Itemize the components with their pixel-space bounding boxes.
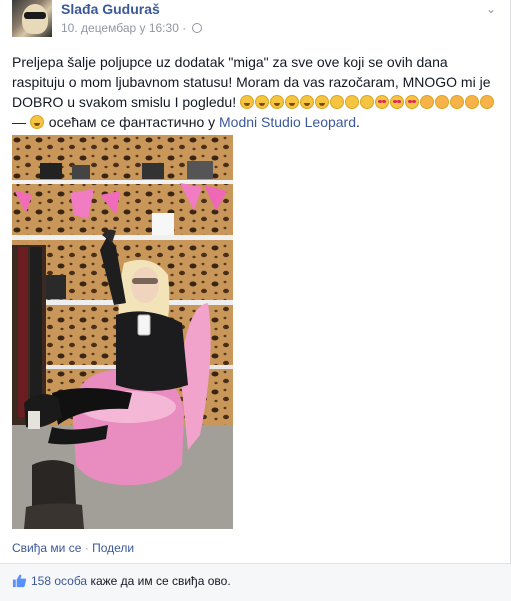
emoji-heart-eyes-icon: [404, 95, 419, 109]
thumbs-up-icon: [12, 574, 27, 588]
share-link[interactable]: Подели: [92, 541, 134, 555]
emoji-laugh-icon: [299, 95, 314, 109]
avatar[interactable]: [12, 0, 52, 37]
post-photo[interactable]: [12, 135, 233, 529]
emoji-laugh-icon: [314, 95, 329, 109]
emoji-smile-icon: [344, 95, 359, 109]
emoji-smile-icon: [329, 95, 344, 109]
emoji-laugh-icon: [239, 95, 254, 109]
emoji-blush-icon: [434, 95, 449, 109]
place-end: .: [356, 114, 360, 130]
feeling-text: осећам се фантастично у: [44, 114, 220, 130]
feeling-emoji-icon: [29, 115, 44, 129]
post-timestamp-row: 10. децембар у 16:30 ·: [61, 21, 202, 35]
avatar-hair: [22, 4, 48, 34]
emoji-blush-icon: [449, 95, 464, 109]
post-text: Preljepa šalje poljupce uz dodatak "miga…: [12, 52, 499, 132]
likes-suffix: каже да им се свиђа ово.: [87, 574, 231, 588]
emoji-blush-icon: [464, 95, 479, 109]
likes-count[interactable]: 158 особа: [31, 574, 87, 588]
place-link[interactable]: Modni Studio Leopard: [219, 114, 356, 130]
post-timestamp[interactable]: 10. децембар у 16:30 ·: [61, 21, 186, 35]
like-link[interactable]: Свиђа ми се: [12, 541, 81, 555]
likes-summary: 158 особа каже да им се свиђа ово.: [31, 574, 231, 588]
photo-illustration: [12, 135, 233, 529]
post-card: Slađa Guduraš 10. децембар у 16:30 · ⌄ P…: [0, 0, 511, 601]
author-name[interactable]: Slađa Guduraš: [61, 1, 160, 17]
avatar-sunglasses: [24, 12, 46, 19]
emoji-heart-eyes-icon: [389, 95, 404, 109]
feeling-separator: —: [12, 114, 30, 130]
emoji-laugh-icon: [269, 95, 284, 109]
action-separator: ·: [81, 541, 93, 555]
emoji-blush-icon: [419, 95, 434, 109]
emoji-smile-icon: [359, 95, 374, 109]
emoji-laugh-icon: [284, 95, 299, 109]
likes-bar: 158 особа каже да им се свиђа ово.: [0, 563, 511, 601]
emoji-blush-icon: [479, 95, 494, 109]
post-actions: Свиђа ми се · Подели: [12, 541, 134, 555]
emoji-laugh-icon: [254, 95, 269, 109]
emoji-heart-eyes-icon: [374, 95, 389, 109]
globe-icon[interactable]: [191, 23, 202, 33]
chevron-down-icon[interactable]: ⌄: [486, 2, 496, 16]
